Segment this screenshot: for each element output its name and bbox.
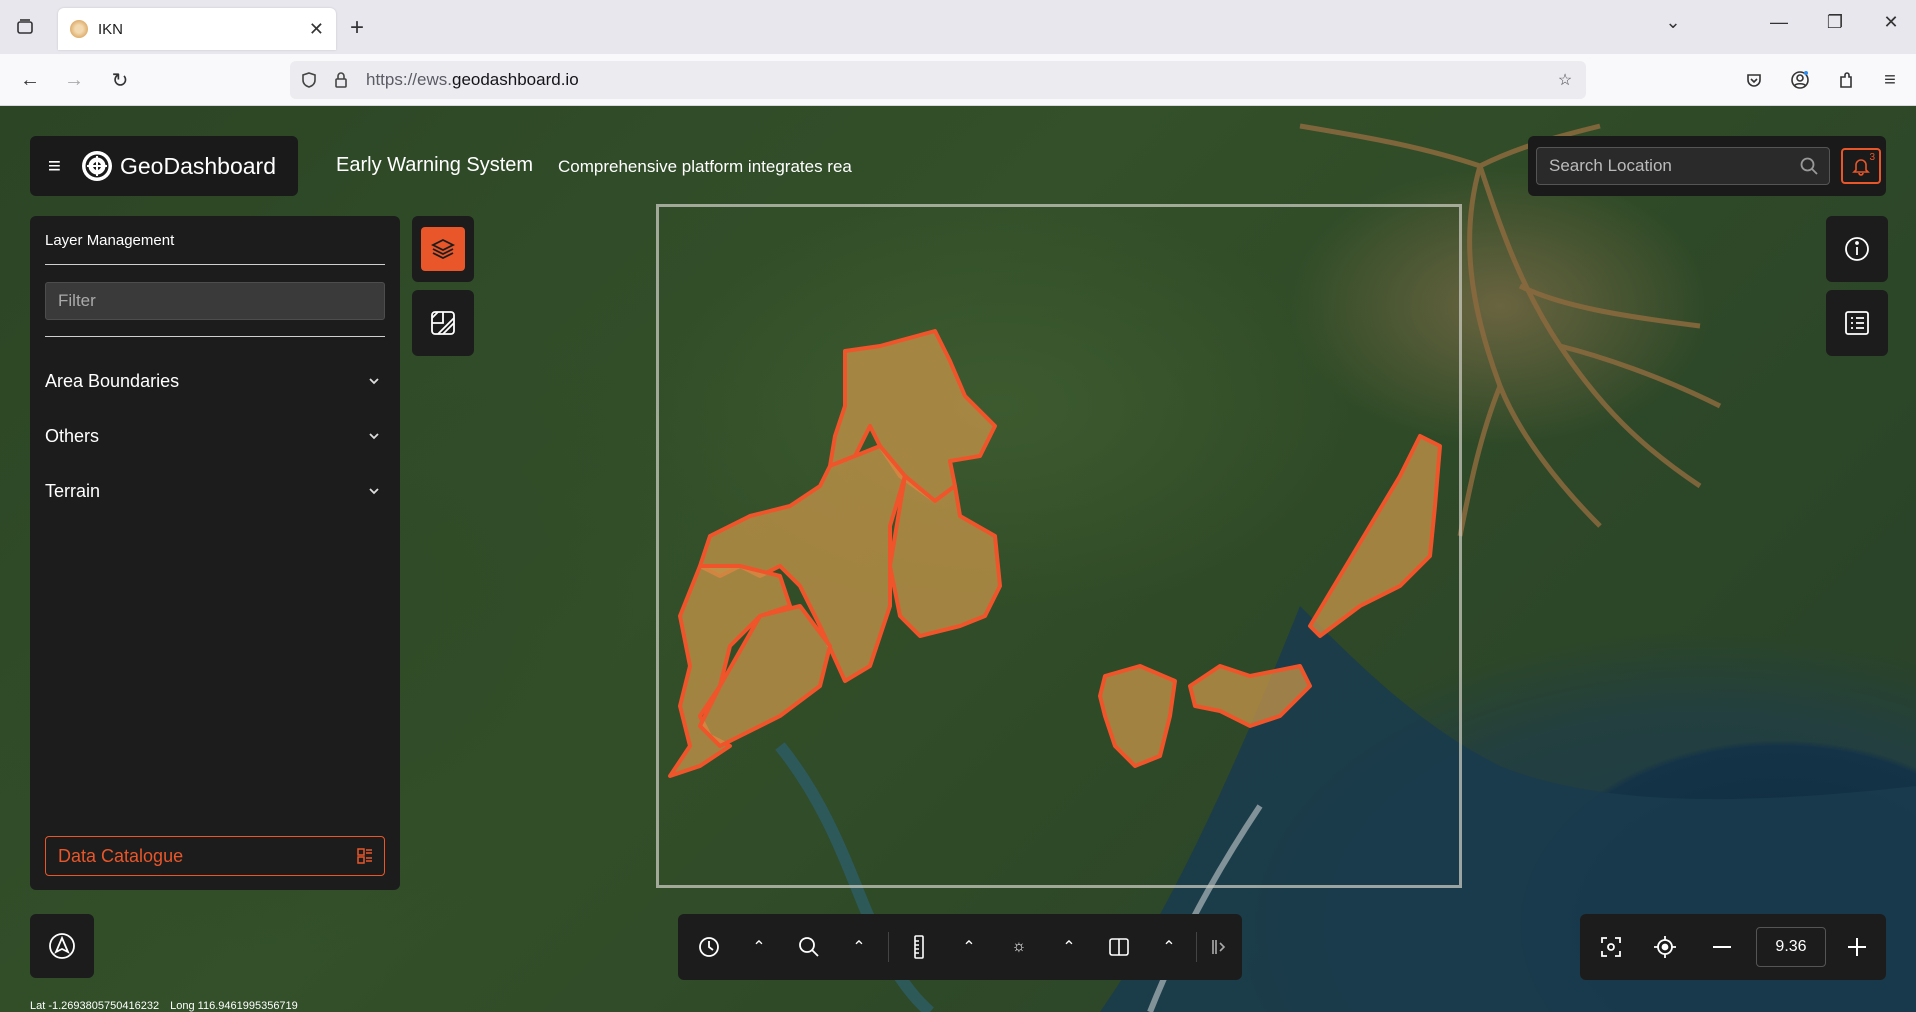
zoom-in-icon[interactable]	[1842, 932, 1872, 962]
notification-count: 3	[1869, 152, 1875, 163]
data-catalogue-label: Data Catalogue	[58, 845, 184, 866]
url-prefix: https://ews.	[366, 70, 452, 89]
accordion-label: Area Boundaries	[45, 370, 180, 391]
map-toolbar: ⌃ ⌃ ⌃ ☼ ⌃ ⌃	[678, 914, 1242, 980]
bell-icon	[1852, 159, 1870, 176]
accordion-label: Others	[45, 425, 100, 446]
brightness-tool-icon[interactable]: ☼	[1004, 932, 1034, 962]
tab-list-icon[interactable]	[12, 14, 38, 40]
chevron-down-icon[interactable]	[367, 482, 381, 503]
locate-me-icon[interactable]	[1650, 932, 1680, 962]
pocket-icon[interactable]	[1740, 66, 1768, 94]
extensions-icon[interactable]	[1832, 66, 1860, 94]
app-title: Early Warning System	[336, 154, 534, 176]
info-icon	[1845, 237, 1869, 261]
screenshot-focus-icon[interactable]	[1596, 932, 1626, 962]
tab-title: IKN	[98, 20, 124, 38]
accordion-terrain[interactable]: Terrain	[45, 476, 385, 506]
reload-icon[interactable]: ↻	[106, 66, 134, 94]
bookmark-star-icon[interactable]: ☆	[1554, 69, 1576, 91]
close-tab-icon[interactable]: ✕	[309, 19, 324, 40]
new-tab-button[interactable]: +	[350, 14, 364, 42]
measure-ruler-icon[interactable]	[904, 932, 934, 962]
list-icon	[1845, 311, 1869, 335]
layers-icon	[421, 227, 465, 271]
longitude-readout: Long 116.9461995356719	[170, 1000, 298, 1012]
cursor-coordinates: Lat -1.2693805750416232 Long 116.9461995…	[30, 1000, 306, 1012]
layers-tool-button[interactable]	[412, 216, 474, 282]
history-tool-icon[interactable]	[694, 932, 724, 962]
accordion-others[interactable]: Others	[45, 421, 385, 451]
account-icon[interactable]	[1786, 66, 1814, 94]
latitude-readout: Lat -1.2693805750416232	[30, 1000, 160, 1012]
split-view-icon[interactable]	[1104, 932, 1134, 962]
notification-button[interactable]: 3	[1841, 148, 1881, 184]
forward-icon[interactable]: →	[60, 66, 88, 94]
divider	[45, 264, 385, 265]
close-window-icon[interactable]: ✕	[1876, 12, 1906, 33]
accordion-label: Terrain	[45, 480, 101, 501]
restore-window-icon[interactable]: ❐	[1820, 12, 1850, 33]
legend-button[interactable]	[1826, 290, 1888, 356]
brand-name: GeoDashboard	[120, 152, 276, 179]
shield-icon[interactable]	[298, 69, 320, 91]
divider	[888, 932, 889, 962]
info-button[interactable]	[1826, 216, 1888, 282]
basemap-icon	[431, 311, 455, 335]
layer-management-panel: Layer Management Filter Area Boundaries …	[30, 216, 400, 890]
lock-icon[interactable]	[330, 69, 352, 91]
browser-nav-bar: ← → ↻ https://ews.geodashboard.io ☆ ≡	[0, 54, 1916, 106]
area-of-interest-frame	[656, 204, 1462, 888]
filter-input[interactable]: Filter	[45, 282, 385, 320]
tab-overflow-icon[interactable]: ⌄	[1658, 12, 1688, 33]
collapse-toolbar-icon[interactable]	[1204, 932, 1234, 962]
chevron-down-icon[interactable]	[367, 372, 381, 393]
filter-placeholder: Filter	[58, 291, 96, 310]
zoom-search-tool-icon[interactable]	[794, 932, 824, 962]
menu-icon[interactable]: ≡	[1876, 66, 1904, 94]
search-icon[interactable]	[1799, 156, 1819, 181]
chevron-up-icon[interactable]: ⌃	[1154, 932, 1184, 962]
compass-icon	[49, 933, 75, 959]
catalogue-icon	[356, 847, 374, 870]
zoom-controls: 9.36	[1580, 914, 1886, 980]
geodashboard-logo-icon	[82, 151, 112, 181]
browser-tab-bar: IKN ✕ + ⌄ — ❐ ✕	[0, 0, 1916, 54]
accordion-area-boundaries[interactable]: Area Boundaries	[45, 366, 385, 396]
url-text[interactable]: https://ews.geodashboard.io	[366, 70, 579, 90]
zoom-level-field[interactable]: 9.36	[1756, 927, 1826, 967]
zoom-out-icon[interactable]	[1707, 932, 1737, 962]
chevron-up-icon[interactable]: ⌃	[744, 932, 774, 962]
search-location-input[interactable]: Search Location	[1536, 147, 1830, 185]
search-placeholder: Search Location	[1549, 156, 1672, 175]
chevron-up-icon[interactable]: ⌃	[844, 932, 874, 962]
chevron-up-icon[interactable]: ⌃	[954, 932, 984, 962]
app-description: Comprehensive platform integrates rea	[558, 157, 852, 176]
basemap-tool-button[interactable]	[412, 290, 474, 356]
browser-tab[interactable]: IKN ✕	[58, 8, 336, 50]
brand-bar: ≡ GeoDashboard	[30, 136, 298, 196]
back-icon[interactable]: ←	[16, 66, 44, 94]
hamburger-menu-icon[interactable]: ≡	[48, 153, 70, 179]
site-favicon-icon	[70, 20, 88, 38]
url-domain: geodashboard.io	[451, 70, 579, 89]
search-panel: Search Location 3	[1528, 136, 1886, 196]
data-catalogue-button[interactable]: Data Catalogue	[45, 836, 385, 876]
divider	[1196, 932, 1197, 962]
address-bar[interactable]: https://ews.geodashboard.io ☆	[290, 61, 1586, 99]
divider	[45, 336, 385, 337]
compass-button[interactable]	[30, 914, 94, 978]
panel-title: Layer Management	[45, 232, 175, 249]
chevron-up-icon[interactable]: ⌃	[1054, 932, 1084, 962]
minimize-window-icon[interactable]: —	[1764, 12, 1794, 33]
chevron-down-icon[interactable]	[367, 427, 381, 448]
